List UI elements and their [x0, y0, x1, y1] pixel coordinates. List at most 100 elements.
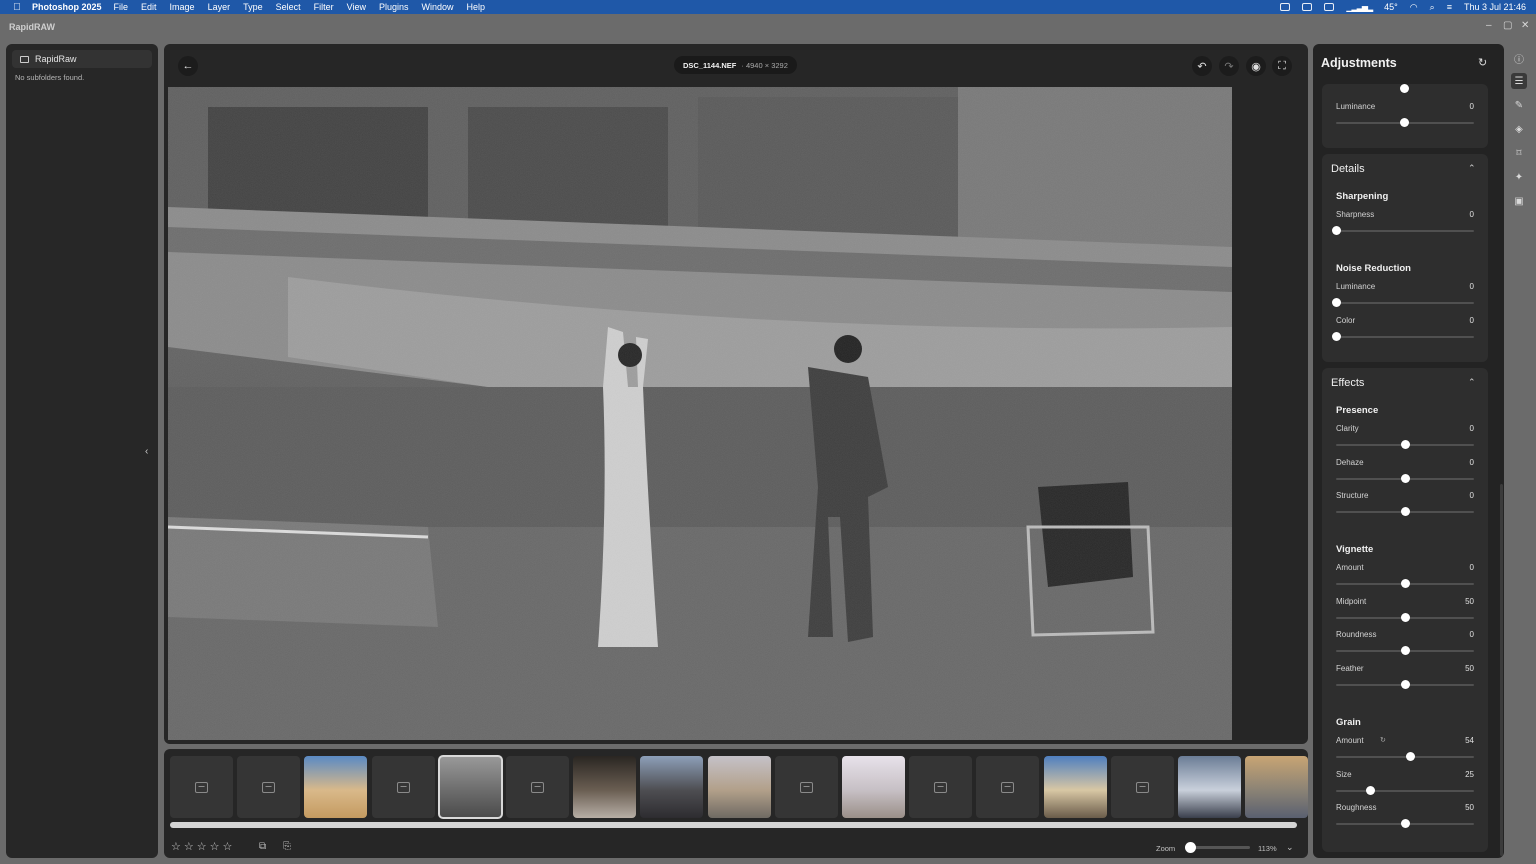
filmstrip-thumbnail[interactable] — [1043, 756, 1107, 818]
menu-file[interactable]: File — [114, 2, 129, 12]
filmstrip-thumbnail[interactable] — [371, 756, 435, 818]
slider-thumb[interactable] — [1400, 579, 1410, 588]
back-button[interactable]: ← — [178, 56, 198, 76]
zoom-slider-thumb[interactable] — [1185, 842, 1196, 853]
apple-logo-icon[interactable]:  — [10, 2, 24, 13]
slider-thumb[interactable] — [1400, 473, 1410, 483]
filmstrip-thumbnail[interactable] — [842, 756, 905, 818]
star-icon[interactable]: ☆ — [210, 840, 220, 853]
adjustment-slider[interactable] — [1336, 756, 1474, 758]
sparkle-icon[interactable]: ✦ — [1511, 169, 1527, 185]
undo-button[interactable]: ↶ — [1192, 56, 1212, 76]
star-icon[interactable]: ☆ — [197, 840, 207, 853]
filmstrip-thumbnail[interactable] — [640, 756, 704, 818]
copy-settings-icon[interactable]: ⧉ — [259, 841, 266, 852]
filmstrip-thumbnail[interactable] — [774, 756, 838, 818]
menu-help[interactable]: Help — [467, 2, 486, 12]
adjustments-scrollbar[interactable] — [1500, 484, 1503, 856]
group-title: Vignette — [1336, 544, 1374, 555]
maximize-icon[interactable]: ▢ — [1503, 20, 1512, 31]
filmstrip-thumbnail[interactable] — [437, 755, 503, 819]
menu-view[interactable]: View — [347, 2, 366, 12]
adjustment-slider[interactable] — [1336, 789, 1474, 792]
slider-thumb[interactable] — [1400, 440, 1410, 449]
star-icon[interactable]: ☆ — [184, 840, 194, 853]
slider-thumb[interactable] — [1331, 298, 1341, 307]
bookmark-icon[interactable]: ⌑ — [1511, 145, 1527, 161]
minimize-icon[interactable]: – — [1486, 20, 1492, 31]
slider-thumb[interactable] — [1400, 612, 1410, 622]
filmstrip-thumbnail[interactable] — [1178, 756, 1241, 818]
close-icon[interactable]: ✕ — [1521, 20, 1529, 31]
filmstrip-thumbnail[interactable] — [170, 756, 233, 818]
menu-layer[interactable]: Layer — [208, 2, 231, 12]
fullscreen-button[interactable]: ⛶ — [1272, 56, 1292, 76]
layers-icon[interactable]: ◈ — [1511, 121, 1527, 137]
slider-value: 0 — [1469, 102, 1474, 111]
filmstrip-scrollbar[interactable] — [170, 822, 1297, 828]
slider-thumb[interactable] — [1400, 679, 1410, 689]
menu-select[interactable]: Select — [276, 2, 301, 12]
details-title[interactable]: Details — [1331, 163, 1365, 175]
redo-button[interactable]: ↷ — [1219, 56, 1239, 76]
paste-settings-icon[interactable]: ⎘ — [283, 841, 291, 852]
chevron-up-icon[interactable]: ⌃ — [1468, 377, 1476, 388]
slider-thumb[interactable] — [1400, 507, 1410, 517]
slider-thumb[interactable] — [1400, 646, 1410, 656]
sliders-icon[interactable]: ☰ — [1511, 73, 1527, 89]
rating-stars[interactable]: ☆ ☆ ☆ ☆ ☆ — [171, 840, 232, 853]
reset-icon[interactable]: ↻ — [1380, 736, 1386, 744]
control-center-icon[interactable]: ≡ — [1447, 2, 1452, 12]
menu-app-name[interactable]: Photoshop 2025 — [32, 2, 102, 12]
filmstrip-thumbnail[interactable] — [1110, 756, 1174, 818]
adjustment-slider[interactable] — [1336, 230, 1474, 232]
main-photo[interactable] — [168, 87, 1232, 740]
chevron-up-icon[interactable]: ⌃ — [1468, 163, 1476, 174]
effects-title[interactable]: Effects — [1331, 377, 1364, 389]
image-placeholder-icon — [396, 781, 410, 793]
collapse-panel-chevron-icon[interactable]: ‹ — [145, 446, 148, 457]
adjustment-slider[interactable] — [1336, 302, 1474, 304]
adjustment-slider[interactable] — [1336, 335, 1474, 338]
search-icon[interactable]: ⌕ — [1430, 2, 1435, 13]
filmstrip-thumbnail[interactable] — [707, 756, 771, 818]
filmstrip-thumbnail[interactable] — [1245, 756, 1309, 818]
menu-edit[interactable]: Edit — [141, 2, 157, 12]
info-icon[interactable]: ⓘ — [1511, 50, 1527, 66]
filmstrip-thumbnail[interactable] — [304, 756, 368, 818]
wifi-icon[interactable]: ◠ — [1410, 2, 1418, 13]
slider-thumb[interactable] — [1366, 785, 1375, 795]
menubar-clock[interactable]: Thu 3 Jul 21:46 — [1464, 2, 1526, 12]
menu-type[interactable]: Type — [243, 2, 263, 12]
menu-image[interactable]: Image — [170, 2, 195, 12]
slider-thumb[interactable] — [1400, 118, 1409, 127]
temperature-readout[interactable]: 45° — [1384, 2, 1398, 12]
menu-filter[interactable]: Filter — [314, 2, 334, 12]
slider-thumb[interactable] — [1331, 226, 1341, 235]
tray-icon[interactable] — [1324, 3, 1335, 11]
reset-icon[interactable]: ↻ — [1478, 56, 1487, 69]
chevron-down-icon[interactable]: ⌄ — [1286, 842, 1294, 853]
save-icon[interactable]: ▣ — [1511, 193, 1527, 209]
slider-thumb[interactable] — [1400, 819, 1410, 829]
menu-plugins[interactable]: Plugins — [379, 2, 409, 12]
filmstrip-thumbnail[interactable] — [506, 756, 569, 818]
cpu-graph-icon[interactable]: ▁▂▃▅▂ — [1346, 3, 1373, 12]
star-icon[interactable]: ☆ — [223, 840, 233, 853]
tray-icon[interactable] — [1302, 3, 1313, 11]
edit-icon[interactable]: ✎ — [1511, 97, 1527, 113]
folder-root-item[interactable]: RapidRaw — [12, 50, 152, 68]
preview-toggle-button[interactable]: ◉ — [1246, 56, 1266, 76]
slider-thumb[interactable] — [1400, 84, 1409, 93]
slider-thumb[interactable] — [1331, 331, 1341, 341]
star-icon[interactable]: ☆ — [171, 840, 181, 853]
filmstrip-thumbnail[interactable] — [909, 756, 973, 818]
zoom-label: Zoom — [1156, 844, 1176, 853]
filmstrip-thumbnail[interactable] — [237, 756, 301, 818]
filmstrip-thumbnail[interactable] — [573, 756, 637, 818]
menu-window[interactable]: Window — [422, 2, 454, 12]
filmstrip-thumbnail[interactable] — [976, 756, 1040, 818]
zoom-value[interactable]: 113% — [1258, 844, 1277, 853]
tray-icon[interactable] — [1280, 3, 1291, 11]
slider-thumb[interactable] — [1406, 752, 1416, 761]
